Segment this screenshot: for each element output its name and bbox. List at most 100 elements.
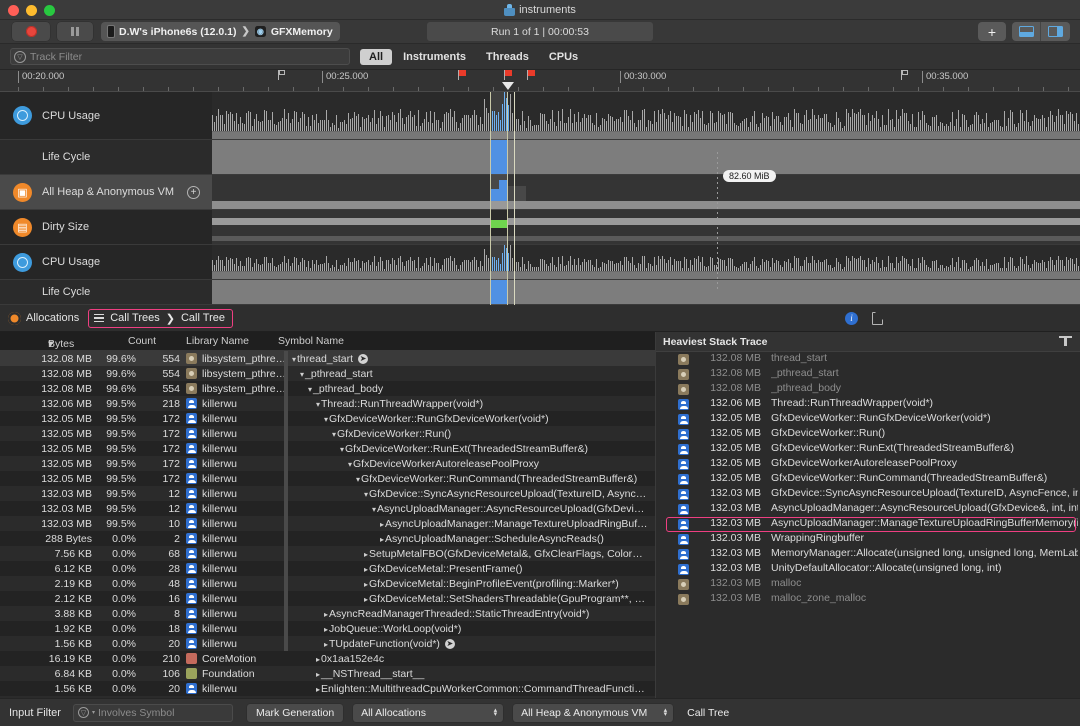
involves-symbol-field[interactable]: ▽ ▾ Involves Symbol bbox=[72, 703, 233, 722]
stack-trace-row[interactable]: 132.03 MB WrappingRingbuffer bbox=[656, 532, 1080, 547]
instrument-chip[interactable]: Allocations bbox=[8, 311, 79, 325]
stack-trace-row[interactable]: 132.05 MB GfxDeviceWorkerAutoreleasePoolP… bbox=[656, 457, 1080, 472]
collapse-stack-icon[interactable] bbox=[1059, 335, 1072, 348]
allocation-scope-select[interactable]: All Allocations ▴ ▾ bbox=[353, 703, 504, 722]
track-header-life-cycle[interactable]: Life Cycle bbox=[0, 280, 212, 305]
close-button[interactable] bbox=[8, 5, 19, 16]
table-row[interactable]: 132.08 MB 99.6% 554 libsystem_pthrea... ▾_pt… bbox=[0, 381, 655, 396]
column-header-library-name[interactable]: Library Name bbox=[186, 335, 249, 347]
timeline-flag[interactable] bbox=[278, 70, 287, 80]
stack-trace-row[interactable]: 132.03 MB MemoryManager::Allocate(unsigne… bbox=[656, 547, 1080, 562]
table-row[interactable]: 6.12 KB 0.0% 28 killerwu ▸GfxDeviceMetal::Pr… bbox=[0, 561, 655, 576]
disclosure-triangle-icon[interactable]: ▸ bbox=[316, 670, 320, 679]
table-row[interactable]: 132.05 MB 99.5% 172 killerwu ▾GfxDeviceWorke… bbox=[0, 426, 655, 441]
timeline-selection[interactable] bbox=[490, 92, 508, 305]
breadcrumb-call-tree[interactable]: Call Tree bbox=[181, 312, 225, 324]
maximize-button[interactable] bbox=[44, 5, 55, 16]
stack-trace-row[interactable]: 132.03 MB malloc bbox=[656, 577, 1080, 592]
timeline-ruler[interactable]: 00:20.000 00:25.000 00:30.000 00:35.000 bbox=[0, 70, 1080, 92]
playhead-marker[interactable] bbox=[502, 82, 514, 90]
table-row[interactable]: 132.06 MB 99.5% 218 killerwu ▾Thread::RunThr… bbox=[0, 396, 655, 411]
table-row[interactable]: 1.92 KB 0.0% 18 killerwu ▸JobQueue::WorkLoop… bbox=[0, 621, 655, 636]
table-row[interactable]: 7.56 KB 0.0% 68 killerwu ▸SetupMetalFBO(GfxD… bbox=[0, 546, 655, 561]
disclosure-triangle-icon[interactable]: ▾ bbox=[356, 475, 360, 484]
disclosure-triangle-icon[interactable]: ▸ bbox=[380, 520, 384, 529]
stack-trace-row[interactable]: 132.08 MB thread_start bbox=[656, 352, 1080, 367]
stack-trace-row[interactable]: 132.08 MB _pthread_body bbox=[656, 382, 1080, 397]
disclosure-triangle-icon[interactable]: ▸ bbox=[324, 625, 328, 634]
disclosure-triangle-icon[interactable]: ▸ bbox=[324, 610, 328, 619]
focus-subtree-button[interactable]: ➤ bbox=[444, 638, 455, 649]
scope-tab-all[interactable]: All bbox=[360, 48, 393, 65]
stack-trace-row[interactable]: 132.08 MB _pthread_start bbox=[656, 367, 1080, 382]
column-header-symbol-name[interactable]: Symbol Name bbox=[278, 335, 344, 347]
table-row[interactable]: 132.05 MB 99.5% 172 killerwu ▾GfxDeviceWorke… bbox=[0, 441, 655, 456]
table-row[interactable]: 1.56 KB 0.0% 20 killerwu ▸Enlighten::Multith… bbox=[0, 681, 655, 696]
run-status-bar[interactable]: Run 1 of 1 | 00:00:53 bbox=[427, 22, 653, 41]
disclosure-triangle-icon[interactable]: ▾ bbox=[308, 385, 312, 394]
window-controls[interactable] bbox=[8, 5, 55, 16]
pane-toggle-group[interactable] bbox=[1012, 22, 1070, 41]
track-filter-input[interactable] bbox=[30, 50, 330, 63]
table-row[interactable]: 3.88 KB 0.0% 8 killerwu ▸AsyncReadManagerThr… bbox=[0, 606, 655, 621]
table-row[interactable]: 132.05 MB 99.5% 172 killerwu ▾GfxDeviceWorke… bbox=[0, 456, 655, 471]
stack-trace-row[interactable]: 132.05 MB GfxDeviceWorker::RunGfxDeviceWo… bbox=[656, 412, 1080, 427]
pause-button[interactable] bbox=[57, 22, 93, 41]
disclosure-triangle-icon[interactable]: ▾ bbox=[348, 460, 352, 469]
toggle-right-pane-button[interactable] bbox=[1041, 22, 1070, 41]
stack-trace-row[interactable]: 132.05 MB GfxDeviceWorker::RunExt(Threade… bbox=[656, 442, 1080, 457]
minimize-button[interactable] bbox=[26, 5, 37, 16]
track-header-cpu-usage[interactable]: CPU Usage bbox=[0, 245, 212, 280]
timeline-flag[interactable] bbox=[901, 70, 910, 80]
track-filter-field[interactable]: ▽ bbox=[10, 48, 350, 65]
breadcrumb[interactable]: Call Trees ❯ Call Tree bbox=[88, 308, 233, 328]
disclosure-triangle-icon[interactable]: ▸ bbox=[364, 580, 368, 589]
disclosure-triangle-icon[interactable]: ▾ bbox=[300, 370, 304, 379]
timeline-flag[interactable] bbox=[458, 70, 467, 80]
table-row[interactable]: 132.05 MB 99.5% 172 killerwu ▾GfxDeviceWorke… bbox=[0, 471, 655, 486]
disclosure-triangle-icon[interactable]: ▸ bbox=[364, 595, 368, 604]
table-row[interactable]: 2.12 KB 0.0% 16 killerwu ▸GfxDeviceMetal::Se… bbox=[0, 591, 655, 606]
disclosure-triangle-icon[interactable]: ▸ bbox=[380, 535, 384, 544]
stack-trace-row[interactable]: 132.05 MB GfxDeviceWorker::Run() bbox=[656, 427, 1080, 442]
track-header-life-cycle[interactable]: Life Cycle bbox=[0, 140, 212, 175]
scope-tab-threads[interactable]: Threads bbox=[477, 49, 538, 65]
disclosure-triangle-icon[interactable]: ▾ bbox=[372, 505, 376, 514]
track-header-dirty-size[interactable]: ▤ Dirty Size bbox=[0, 210, 212, 245]
track-graph-life2[interactable] bbox=[212, 280, 1080, 305]
track-graph-heap[interactable] bbox=[212, 175, 1080, 210]
track-graph-dirty[interactable] bbox=[212, 210, 1080, 245]
timeline-inspection-line[interactable] bbox=[514, 92, 515, 305]
disclosure-triangle-icon[interactable]: ▾ bbox=[332, 430, 336, 439]
stack-trace-row[interactable]: 132.06 MB Thread::RunThreadWrapper(void*) bbox=[656, 397, 1080, 412]
stack-trace-row[interactable]: 132.03 MB AsyncUploadManager::AsyncResour… bbox=[656, 502, 1080, 517]
record-button[interactable] bbox=[12, 22, 50, 41]
track-graph-cpu2[interactable] bbox=[212, 245, 1080, 280]
focus-subtree-button[interactable]: ➤ bbox=[358, 353, 369, 364]
table-row[interactable]: 6.84 KB 0.0% 106 Foundation ▸__NSThread__sta… bbox=[0, 666, 655, 681]
table-row[interactable]: 1.56 KB 0.0% 20 killerwu ▸TUpdateFunction(vo… bbox=[0, 636, 655, 651]
document-icon[interactable] bbox=[872, 311, 883, 325]
table-row[interactable]: 132.03 MB 99.5% 12 killerwu ▾AsyncUploadMana… bbox=[0, 501, 655, 516]
target-selector[interactable]: D.W's iPhone6s (12.0.1) ❯ ◉ GFXMemory bbox=[101, 22, 340, 41]
add-instrument-button[interactable]: + bbox=[978, 22, 1006, 41]
track-graph-life[interactable] bbox=[212, 140, 1080, 175]
stack-trace-row[interactable]: 132.03 MB AsyncUploadManager::ManageTextu… bbox=[656, 517, 1080, 532]
column-header-count[interactable]: Count bbox=[128, 335, 156, 347]
disclosure-triangle-icon[interactable]: ▸ bbox=[316, 655, 320, 664]
timeline-flag[interactable] bbox=[504, 70, 513, 80]
table-row[interactable]: 132.03 MB 99.5% 10 killerwu ▸AsyncUploadMana… bbox=[0, 516, 655, 531]
table-row[interactable]: 132.08 MB 99.6% 554 libsystem_pthrea... ▾_pt… bbox=[0, 366, 655, 381]
heap-scope-select[interactable]: All Heap & Anonymous VM ▴ ▾ bbox=[513, 703, 674, 722]
add-track-button[interactable]: + bbox=[187, 185, 200, 199]
disclosure-triangle-icon[interactable]: ▾ bbox=[292, 355, 296, 364]
disclosure-triangle-icon[interactable]: ▸ bbox=[316, 685, 320, 694]
disclosure-triangle-icon[interactable]: ▾ bbox=[324, 415, 328, 424]
table-row[interactable]: 132.05 MB 99.5% 172 killerwu ▾GfxDeviceWorke… bbox=[0, 411, 655, 426]
disclosure-triangle-icon[interactable]: ▸ bbox=[364, 550, 368, 559]
disclosure-triangle-icon[interactable]: ▾ bbox=[316, 400, 320, 409]
table-row[interactable]: 2.19 KB 0.0% 48 killerwu ▸GfxDeviceMetal::Be… bbox=[0, 576, 655, 591]
table-row[interactable]: 132.08 MB 99.6% 554 libsystem_pthrea... ▾thr… bbox=[0, 351, 655, 366]
track-graph-cpu[interactable] bbox=[212, 92, 1080, 140]
track-header-cpu-usage[interactable]: CPU Usage bbox=[0, 92, 212, 140]
